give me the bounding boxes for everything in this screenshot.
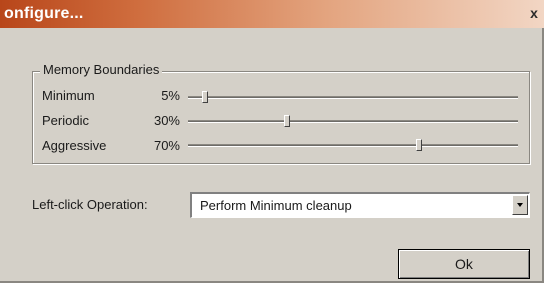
- periodic-percent: 30%: [153, 113, 180, 128]
- memory-boundaries-group: [32, 71, 530, 164]
- aggressive-slider[interactable]: [188, 139, 518, 151]
- aggressive-slider-thumb[interactable]: [416, 139, 422, 151]
- aggressive-percent: 70%: [153, 138, 180, 153]
- memory-boundaries-label: Memory Boundaries: [40, 62, 163, 77]
- minimum-slider-thumb[interactable]: [201, 91, 208, 103]
- chevron-down-icon[interactable]: [512, 195, 528, 215]
- left-click-operation-value: Perform Minimum cleanup: [200, 198, 352, 213]
- minimum-slider[interactable]: [188, 91, 518, 103]
- minimum-percent: 5%: [161, 88, 180, 103]
- title-bar[interactable]: onfigure... x: [0, 0, 544, 28]
- minimum-label: Minimum: [42, 88, 95, 103]
- periodic-slider-thumb[interactable]: [284, 115, 290, 127]
- configure-dialog: onfigure... x Memory Boundaries Minimum …: [0, 0, 544, 283]
- left-click-operation-select[interactable]: Perform Minimum cleanup: [190, 192, 530, 218]
- periodic-slider[interactable]: [188, 115, 518, 127]
- aggressive-label: Aggressive: [42, 138, 107, 153]
- periodic-label: Periodic: [42, 113, 89, 128]
- window-title: onfigure...: [4, 5, 84, 22]
- ok-button[interactable]: Ok: [398, 249, 530, 279]
- left-click-operation-label: Left-click Operation:: [32, 197, 148, 212]
- close-icon[interactable]: x: [526, 3, 542, 23]
